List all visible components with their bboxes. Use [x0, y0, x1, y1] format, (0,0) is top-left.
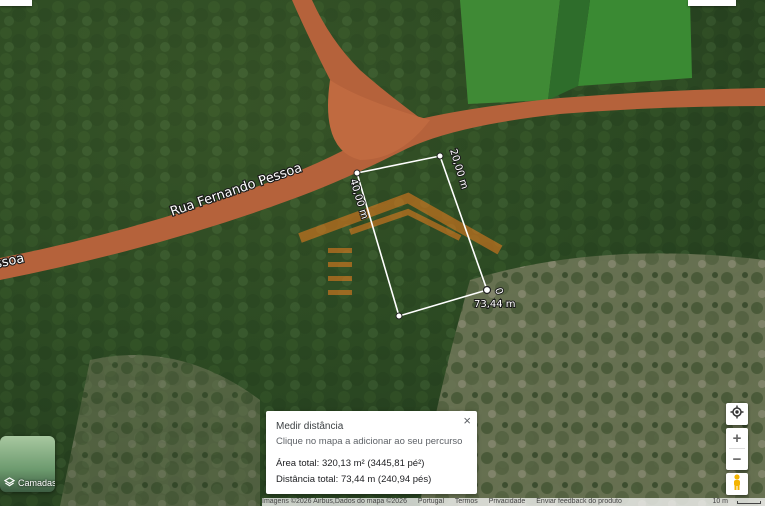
panel-title: Medir distância: [276, 421, 344, 432]
privacy-link[interactable]: Privacidade: [489, 498, 526, 505]
field: [460, 0, 560, 104]
measure-point[interactable]: [482, 285, 492, 295]
measure-point[interactable]: [353, 169, 361, 177]
measure-point[interactable]: [395, 312, 403, 320]
zoom-in-button[interactable]: +: [726, 428, 748, 448]
imagery-credit: Imagens ©2026 Airbus,Dados do mapa ©2026: [262, 498, 407, 505]
close-icon[interactable]: ×: [463, 414, 471, 427]
end-distance-label: 73,44 m: [474, 299, 516, 310]
layers-icon: [4, 477, 15, 488]
panel-hint: Clique no mapa a adicionar ao seu percur…: [276, 436, 463, 447]
zoom-out-button[interactable]: −: [726, 449, 748, 469]
top-left-control[interactable]: [0, 0, 32, 6]
layers-button[interactable]: Camadas: [0, 436, 55, 492]
top-right-control[interactable]: [688, 0, 736, 6]
measure-point[interactable]: [436, 152, 444, 160]
scale-label[interactable]: 10 m: [712, 498, 728, 506]
measure-distance-panel: × Medir distância Clique no mapa a adici…: [266, 411, 477, 494]
my-location-icon: [730, 405, 744, 424]
pegman-icon: [732, 473, 742, 495]
map-footer: Imagens ©2026 Airbus,Dados do mapa ©2026…: [262, 498, 765, 506]
zoom-controls: + −: [726, 428, 748, 470]
terms-link[interactable]: Termos: [455, 498, 478, 505]
scale-bar: [737, 501, 761, 504]
layers-label: Camadas: [18, 477, 55, 488]
region-link[interactable]: Portugal: [418, 498, 444, 505]
total-distance: Distância total: 73,44 m (240,94 pés): [276, 474, 432, 485]
feedback-link[interactable]: Enviar feedback do produto: [536, 498, 622, 505]
my-location-button[interactable]: [726, 403, 748, 425]
total-area: Área total: 320,13 m² (3445,81 pé²): [276, 458, 425, 469]
pegman-button[interactable]: [726, 473, 748, 495]
field: [578, 0, 692, 86]
